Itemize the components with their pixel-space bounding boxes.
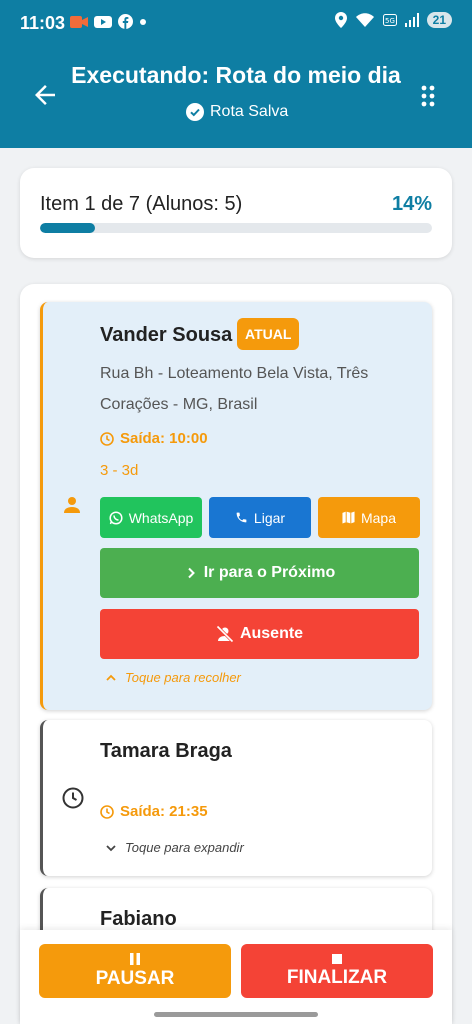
phone-icon bbox=[236, 512, 247, 523]
next-stop-label: Ir para o Próximo bbox=[203, 564, 336, 581]
expand-toggle[interactable]: Toque para expandir bbox=[105, 840, 244, 855]
finish-label: FINALIZAR bbox=[286, 967, 388, 988]
dot-icon bbox=[140, 18, 146, 25]
person-icon bbox=[64, 497, 80, 513]
progress-bar-fill bbox=[40, 223, 95, 233]
youtube-icon bbox=[94, 15, 112, 28]
gesture-bar bbox=[154, 1012, 318, 1017]
more-menu-icon[interactable] bbox=[420, 84, 436, 108]
battery-icon: 21 bbox=[426, 12, 452, 28]
stop-departure: Saída: 10:00 bbox=[100, 430, 208, 447]
stop-list[interactable]: Vander Sousa ATUAL Rua Bh - Loteamento B… bbox=[20, 284, 452, 1024]
next-stop-button[interactable]: Ir para o Próximo bbox=[100, 548, 419, 598]
pause-icon bbox=[130, 953, 140, 965]
clock-icon bbox=[100, 431, 114, 446]
status-badge: ATUAL bbox=[237, 318, 300, 350]
whatsapp-icon bbox=[109, 510, 123, 525]
facebook-icon bbox=[118, 14, 133, 29]
page-title: Executando: Rota do meio dia bbox=[71, 62, 401, 88]
map-button[interactable]: Mapa bbox=[318, 497, 420, 538]
stop-card[interactable]: Tamara Braga Saída: 21:35 Toque para exp… bbox=[40, 720, 432, 876]
pause-label: PAUSAR bbox=[95, 968, 175, 989]
stop-departure: Saída: 21:35 bbox=[100, 803, 208, 820]
departure-time: Saída: 21:35 bbox=[120, 803, 208, 820]
collapse-toggle[interactable]: Toque para recolher bbox=[105, 670, 241, 685]
status-bar: 11:03 5G 21 bbox=[0, 0, 472, 46]
departure-time: Saída: 10:00 bbox=[120, 430, 208, 447]
progress-text: Item 1 de 7 (Alunos: 5) bbox=[40, 193, 243, 215]
app-header: 11:03 5G 21 Executando: Rota do meio dia… bbox=[0, 0, 472, 148]
location-icon bbox=[334, 12, 347, 28]
5g-icon: 5G bbox=[382, 14, 397, 26]
progress-card: Item 1 de 7 (Alunos: 5) 14% bbox=[20, 168, 452, 258]
map-label: Mapa bbox=[360, 509, 397, 526]
stop-icon bbox=[332, 954, 342, 964]
call-label: Ligar bbox=[253, 509, 286, 526]
chevron-down-icon bbox=[106, 844, 116, 851]
video-camera-icon bbox=[70, 15, 88, 28]
chevron-right-icon bbox=[187, 567, 195, 579]
status-time: 11:03 bbox=[20, 13, 66, 33]
whatsapp-label: WhatsApp bbox=[128, 509, 194, 526]
progress-percent: 14% bbox=[391, 193, 432, 215]
route-saved-label: Rota Salva bbox=[210, 103, 289, 120]
bottom-action-bar: PAUSAR FINALIZAR bbox=[20, 930, 452, 1024]
stop-name: Fabiano bbox=[100, 908, 177, 930]
notification-icons bbox=[70, 14, 147, 29]
whatsapp-button[interactable]: WhatsApp bbox=[100, 497, 202, 538]
call-button[interactable]: Ligar bbox=[209, 497, 311, 538]
route-saved-status: Rota Salva bbox=[186, 103, 288, 121]
finish-button[interactable]: FINALIZAR bbox=[241, 944, 433, 998]
map-icon bbox=[342, 511, 355, 524]
clock-small-icon bbox=[100, 804, 114, 819]
stop-card-current[interactable]: Vander Sousa ATUAL Rua Bh - Loteamento B… bbox=[40, 302, 432, 710]
svg-text:5G: 5G bbox=[385, 17, 395, 25]
wifi-icon bbox=[355, 13, 374, 27]
pause-button[interactable]: PAUSAR bbox=[39, 944, 231, 998]
system-icons: 5G 21 bbox=[334, 12, 452, 28]
stop-name: Tamara Braga bbox=[100, 740, 232, 762]
expand-label: Toque para expandir bbox=[125, 840, 244, 855]
stop-address: Rua Bh - Loteamento Bela Vista, Três Cor… bbox=[100, 365, 369, 413]
signal-icon bbox=[404, 13, 419, 27]
absent-button[interactable]: Ausente bbox=[100, 609, 419, 659]
collapse-label: Toque para recolher bbox=[125, 670, 241, 685]
stop-name: Vander Sousa bbox=[100, 324, 233, 346]
chevron-up-icon bbox=[106, 674, 116, 681]
student-class: 3 - 3d bbox=[100, 462, 139, 479]
back-arrow-icon[interactable] bbox=[30, 80, 60, 110]
absent-label: Ausente bbox=[239, 625, 304, 642]
progress-bar bbox=[40, 223, 432, 233]
check-circle-icon bbox=[186, 103, 204, 121]
person-off-icon bbox=[216, 625, 234, 643]
clock-icon bbox=[62, 787, 84, 809]
